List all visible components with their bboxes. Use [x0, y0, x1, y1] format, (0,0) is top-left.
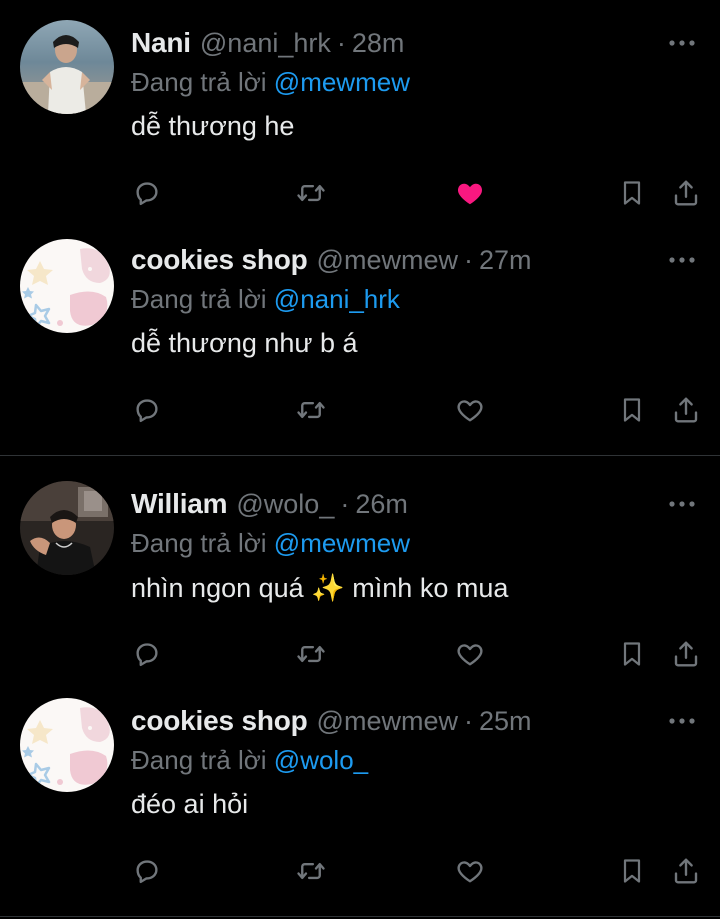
mention-link[interactable]: @mewmew: [274, 528, 410, 558]
mention-link[interactable]: @wolo_: [274, 745, 368, 775]
replying-to-label: Đang trả lời: [131, 67, 267, 97]
display-name[interactable]: cookies shop: [131, 244, 308, 276]
action-bar: [0, 849, 720, 893]
thread-divider: [0, 916, 720, 917]
avatar[interactable]: [20, 481, 114, 575]
display-name[interactable]: Nani: [131, 27, 191, 59]
bookmark-icon[interactable]: [610, 388, 654, 432]
user-handle[interactable]: @mewmew: [317, 245, 458, 276]
more-options-icon[interactable]: [664, 242, 700, 278]
bookmark-icon[interactable]: [610, 171, 654, 215]
action-bar: [0, 171, 720, 215]
avatar[interactable]: [20, 20, 114, 114]
display-name[interactable]: William: [131, 488, 228, 520]
tweet-text: đéo ai hỏi: [131, 789, 249, 819]
like-icon[interactable]: [448, 632, 492, 676]
bookmark-icon[interactable]: [610, 632, 654, 676]
reply-icon[interactable]: [125, 849, 169, 893]
reply-icon[interactable]: [125, 632, 169, 676]
mention-link[interactable]: @mewmew: [274, 67, 410, 97]
timestamp[interactable]: 26m: [355, 489, 408, 520]
reply-icon[interactable]: [125, 171, 169, 215]
tweet-text: dễ thương he: [131, 111, 295, 141]
action-bar: [0, 388, 720, 432]
replying-to: Đang trả lời @nani_hrk: [131, 284, 400, 315]
like-icon[interactable]: [448, 388, 492, 432]
reply-icon[interactable]: [125, 388, 169, 432]
user-handle[interactable]: @wolo_: [236, 489, 334, 520]
replying-to: Đang trả lời @mewmew: [131, 528, 410, 559]
avatar[interactable]: [20, 239, 114, 333]
timestamp[interactable]: 28m: [352, 28, 405, 59]
replying-to-label: Đang trả lời: [131, 284, 267, 314]
display-name[interactable]: cookies shop: [131, 705, 308, 737]
more-options-icon[interactable]: [664, 703, 700, 739]
tweet-text: dễ thương như b á: [131, 328, 358, 358]
separator-dot: ·: [463, 705, 473, 736]
like-icon[interactable]: [448, 849, 492, 893]
retweet-icon[interactable]: [289, 632, 333, 676]
retweet-icon[interactable]: [289, 171, 333, 215]
mention-link[interactable]: @nani_hrk: [274, 284, 400, 314]
more-options-icon[interactable]: [664, 25, 700, 61]
share-icon[interactable]: [664, 849, 708, 893]
replying-to-label: Đang trả lời: [131, 745, 267, 775]
replying-to: Đang trả lời @mewmew: [131, 67, 410, 98]
share-icon[interactable]: [664, 632, 708, 676]
separator-dot: ·: [340, 488, 350, 519]
replying-to: Đang trả lời @wolo_: [131, 745, 368, 776]
more-options-icon[interactable]: [664, 486, 700, 522]
timestamp[interactable]: 25m: [479, 706, 532, 737]
user-handle[interactable]: @nani_hrk: [200, 28, 331, 59]
timestamp[interactable]: 27m: [479, 245, 532, 276]
tweet-text: nhìn ngon quá ✨ mình ko mua: [131, 573, 509, 603]
replying-to-label: Đang trả lời: [131, 528, 267, 558]
share-icon[interactable]: [664, 171, 708, 215]
avatar[interactable]: [20, 698, 114, 792]
bookmark-icon[interactable]: [610, 849, 654, 893]
retweet-icon[interactable]: [289, 388, 333, 432]
user-handle[interactable]: @mewmew: [317, 706, 458, 737]
thread-divider: [0, 455, 720, 456]
separator-dot: ·: [463, 244, 473, 275]
share-icon[interactable]: [664, 388, 708, 432]
like-icon[interactable]: [448, 171, 492, 215]
action-bar: [0, 632, 720, 676]
separator-dot: ·: [336, 27, 346, 58]
retweet-icon[interactable]: [289, 849, 333, 893]
